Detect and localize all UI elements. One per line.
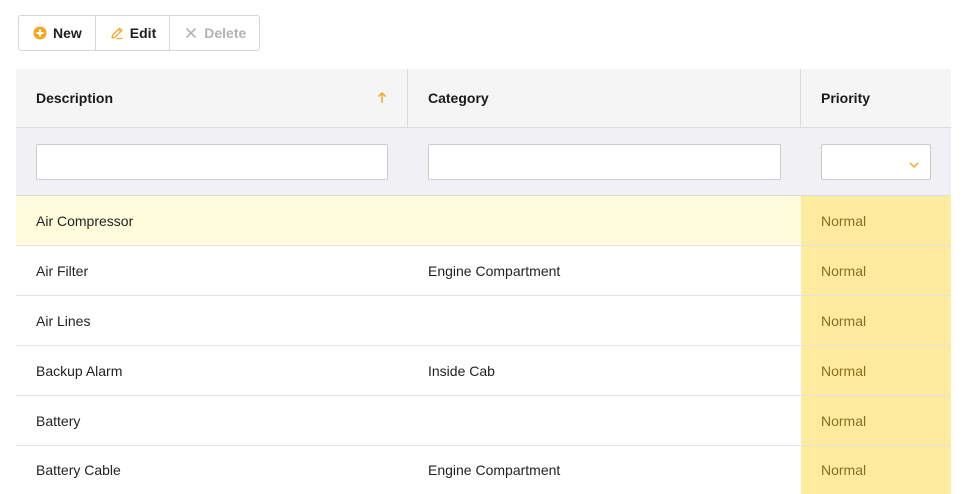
table-row[interactable]: Battery Cable Engine Compartment Normal <box>16 446 951 494</box>
x-icon <box>184 26 198 40</box>
description-cell: Battery <box>36 412 81 429</box>
table-row[interactable]: Air Lines Normal <box>16 296 951 346</box>
filter-row <box>16 128 951 196</box>
pencil-icon <box>110 26 124 40</box>
priority-cell: Normal <box>801 396 951 445</box>
category-cell <box>408 296 801 345</box>
new-button[interactable]: New <box>19 16 96 50</box>
table-row[interactable]: Air Filter Engine Compartment Normal <box>16 246 951 296</box>
priority-cell: Normal <box>801 446 951 494</box>
chevron-down-icon <box>908 157 920 168</box>
category-cell: Inside Cab <box>428 362 495 379</box>
plus-circle-icon <box>33 26 47 40</box>
category-cell: Engine Compartment <box>428 462 561 478</box>
grid-header: Description Category Priority <box>16 69 951 128</box>
description-cell: Battery Cable <box>36 462 121 478</box>
edit-button-label: Edit <box>129 25 157 41</box>
description-cell: Air Lines <box>36 312 91 329</box>
toolbar: New Edit Delete <box>18 15 261 51</box>
column-header-description[interactable]: Description <box>16 69 408 127</box>
edit-button[interactable]: Edit <box>96 16 171 50</box>
category-cell <box>408 196 801 245</box>
priority-cell: Normal <box>801 346 951 395</box>
delete-button-label: Delete <box>204 25 247 41</box>
category-filter-input[interactable] <box>428 143 781 180</box>
delete-button[interactable]: Delete <box>170 16 259 50</box>
table-row[interactable]: Air Compressor Normal <box>16 196 951 246</box>
filter-cell-priority <box>801 128 951 195</box>
description-cell: Air Filter <box>36 262 89 279</box>
description-cell: Air Compressor <box>36 212 134 229</box>
data-grid: Description Category Priority Air Compre… <box>16 69 951 494</box>
new-button-label: New <box>53 25 82 41</box>
description-cell: Backup Alarm <box>36 362 123 379</box>
priority-filter-select[interactable] <box>821 143 931 180</box>
category-cell: Engine Compartment <box>428 262 561 279</box>
column-header-label: Priority <box>821 90 871 106</box>
table-row[interactable]: Backup Alarm Inside Cab Normal <box>16 346 951 396</box>
sort-ascending-icon <box>377 91 387 105</box>
category-cell <box>408 396 801 445</box>
priority-cell: Normal <box>801 296 951 345</box>
filter-cell-category <box>408 128 801 195</box>
column-header-category[interactable]: Category <box>408 69 801 127</box>
filter-cell-description <box>16 128 408 195</box>
column-header-label: Category <box>428 90 489 106</box>
description-filter-input[interactable] <box>36 143 388 180</box>
column-header-priority[interactable]: Priority <box>801 69 951 127</box>
column-header-label: Description <box>36 90 114 106</box>
priority-cell: Normal <box>801 196 951 245</box>
table-row[interactable]: Battery Normal <box>16 396 951 446</box>
priority-cell: Normal <box>801 246 951 295</box>
